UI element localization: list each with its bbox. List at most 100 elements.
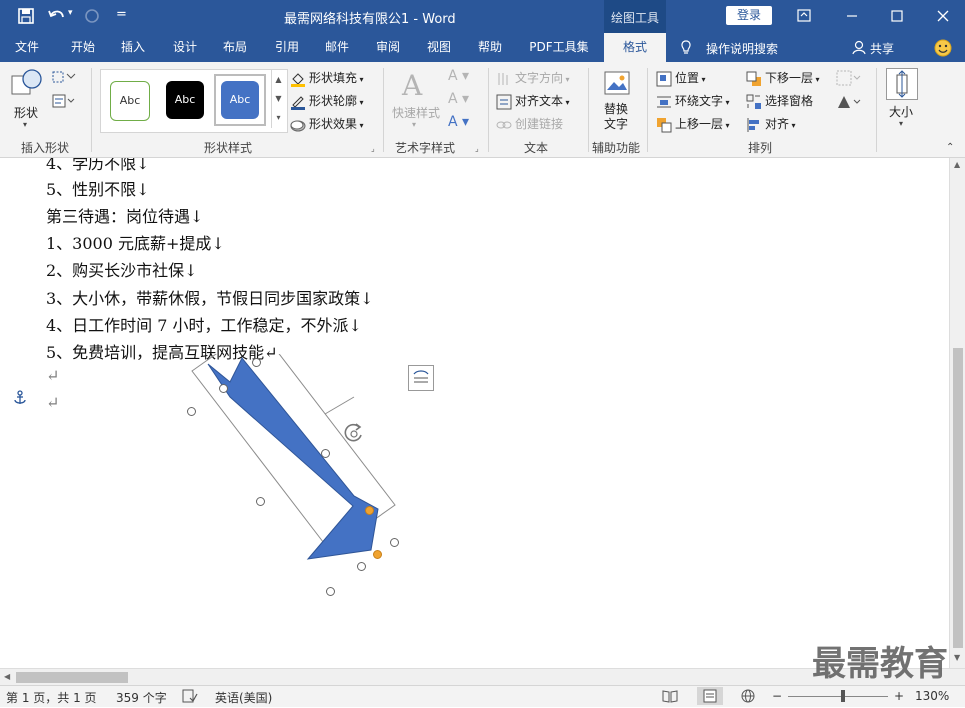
- status-bar: 第 1 页，共 1 页 359 个字 英语(美国) − + 130%: [0, 685, 965, 707]
- undo-dropdown-icon[interactable]: ▾: [68, 8, 73, 18]
- shapes-icon[interactable]: [10, 68, 44, 98]
- tab-references[interactable]: 引用: [264, 33, 310, 62]
- scroll-up-icon[interactable]: ▲: [954, 160, 960, 169]
- resize-handle[interactable]: [357, 562, 366, 571]
- tab-view[interactable]: 视图: [416, 33, 462, 62]
- align-label: 对齐: [765, 117, 790, 131]
- resize-handle[interactable]: [219, 384, 228, 393]
- doc-line[interactable]: 第三待遇：岗位待遇↓: [46, 203, 203, 227]
- text-direction-button[interactable]: 文字方向 ▾: [496, 69, 570, 89]
- doc-line[interactable]: 3、大小休，带薪休假，节假日同步国家政策↓: [46, 285, 374, 309]
- text-outline-icon[interactable]: A ▾: [448, 91, 469, 107]
- tab-file[interactable]: 文件: [4, 33, 50, 62]
- gallery-scroll[interactable]: ▲ ▼ ▾: [271, 70, 285, 128]
- doc-line[interactable]: 2、购买长沙市社保↓: [46, 257, 198, 281]
- close-icon[interactable]: [936, 9, 950, 23]
- create-link-button[interactable]: 创建链接: [496, 115, 563, 133]
- group-objects-icon[interactable]: [836, 70, 862, 86]
- tab-pdf-tools[interactable]: PDF工具集: [522, 33, 596, 62]
- print-layout-active[interactable]: [697, 687, 723, 705]
- position-button[interactable]: 位置 ▾: [656, 69, 706, 89]
- tab-review[interactable]: 审阅: [365, 33, 411, 62]
- zoom-slider-track[interactable]: [788, 696, 888, 697]
- document-page[interactable]: 4、学历不限↓ 5、性别不限↓ 第三待遇：岗位待遇↓ 1、3000 元底薪+提成…: [0, 158, 922, 668]
- resize-handle[interactable]: [256, 497, 265, 506]
- shape-effects-button[interactable]: 形状效果 ▾: [290, 115, 364, 135]
- customize-qat-icon[interactable]: =: [116, 7, 127, 22]
- edit-shape-icon[interactable]: [52, 70, 78, 84]
- tab-layout[interactable]: 布局: [212, 33, 258, 62]
- redo-icon[interactable]: [84, 8, 100, 24]
- zoom-slider-thumb[interactable]: [841, 690, 845, 702]
- layout-options-button[interactable]: [408, 365, 434, 391]
- doc-line[interactable]: 1、3000 元底薪+提成↓: [46, 230, 225, 254]
- shape-fill-button[interactable]: 形状填充 ▾: [290, 69, 364, 89]
- scroll-left-icon[interactable]: ◀: [4, 672, 10, 681]
- tab-design[interactable]: 设计: [162, 33, 208, 62]
- share-button[interactable]: 共享: [870, 40, 894, 57]
- resize-handle[interactable]: [321, 449, 330, 458]
- alt-text-button[interactable]: 替换 文字: [604, 102, 628, 132]
- shape-outline-button[interactable]: 形状轮廓 ▾: [290, 92, 364, 112]
- proofing-icon[interactable]: [182, 689, 198, 703]
- paragraph-mark[interactable]: ↵: [46, 393, 59, 412]
- text-box-icon[interactable]: [52, 94, 78, 108]
- tab-home[interactable]: 开始: [58, 33, 108, 62]
- maximize-icon[interactable]: [890, 9, 904, 23]
- zoom-out-button[interactable]: −: [772, 689, 782, 703]
- send-backward-button[interactable]: 下移一层 ▾: [746, 69, 820, 89]
- resize-handle[interactable]: [252, 358, 261, 367]
- group-label-text: 文本: [523, 141, 548, 155]
- tab-insert[interactable]: 插入: [110, 33, 156, 62]
- vertical-scrollbar[interactable]: ▲ ▼: [949, 158, 965, 668]
- align-text-button[interactable]: 对齐文本 ▾: [496, 92, 570, 112]
- page-count[interactable]: 第 1 页，共 1 页: [6, 689, 97, 706]
- undo-icon[interactable]: [48, 8, 66, 24]
- adjust-handle[interactable]: [365, 506, 374, 515]
- save-icon[interactable]: [18, 8, 34, 24]
- doc-line[interactable]: 4、日工作时间 7 小时，工作稳定，不外派↓: [46, 312, 362, 336]
- word-count[interactable]: 359 个字: [116, 689, 167, 706]
- tab-help[interactable]: 帮助: [467, 33, 513, 62]
- resize-handle[interactable]: [326, 587, 335, 596]
- doc-line[interactable]: 5、性别不限↓: [46, 176, 150, 200]
- selected-arrow-shape[interactable]: [180, 354, 410, 604]
- login-button[interactable]: 登录: [726, 6, 772, 25]
- dialog-launcher-icon[interactable]: ⌟: [475, 144, 479, 153]
- wrap-text-button[interactable]: 环绕文字 ▾: [656, 92, 730, 112]
- zoom-level[interactable]: 130%: [915, 689, 949, 703]
- resize-handle[interactable]: [390, 538, 399, 547]
- collapse-ribbon-icon[interactable]: ⌃: [946, 142, 954, 153]
- resize-handle[interactable]: [187, 407, 196, 416]
- adjust-handle[interactable]: [373, 550, 382, 559]
- selection-pane-button[interactable]: 选择窗格: [746, 92, 813, 110]
- style-outline-green[interactable]: Abc: [110, 81, 150, 121]
- layout-options-icon: [413, 370, 429, 383]
- doc-line[interactable]: 4、学历不限↓: [46, 158, 150, 174]
- zoom-in-button[interactable]: +: [894, 689, 904, 703]
- ribbon-display-options-icon[interactable]: [797, 9, 811, 22]
- rotate-icon[interactable]: [836, 94, 862, 110]
- align-button[interactable]: 对齐 ▾: [746, 115, 796, 135]
- tab-format[interactable]: 格式: [604, 33, 666, 62]
- read-mode-icon[interactable]: [662, 689, 678, 703]
- web-layout-icon[interactable]: [740, 689, 756, 703]
- text-fill-icon[interactable]: A ▾: [448, 68, 469, 84]
- dialog-launcher-icon[interactable]: ⌟: [371, 144, 375, 153]
- language-indicator[interactable]: 英语(美国): [215, 689, 272, 706]
- text-effects-icon[interactable]: A ▾: [448, 114, 469, 130]
- scroll-thumb[interactable]: [953, 348, 963, 648]
- smiley-feedback-icon[interactable]: [934, 39, 952, 57]
- group-label-arrange: 排列: [747, 141, 772, 155]
- h-scroll-thumb[interactable]: [16, 672, 128, 683]
- style-fill-blue[interactable]: Abc: [221, 81, 259, 119]
- style-fill-black[interactable]: Abc: [166, 81, 204, 119]
- scroll-down-icon[interactable]: ▼: [954, 653, 960, 662]
- rotate-handle-icon[interactable]: [341, 421, 367, 447]
- tab-mailings[interactable]: 邮件: [314, 33, 360, 62]
- tell-me-search[interactable]: 操作说明搜索: [706, 40, 778, 57]
- paragraph-mark[interactable]: ↵: [46, 366, 59, 385]
- minimize-icon[interactable]: [845, 9, 859, 23]
- shape-effects-icon: [290, 120, 306, 131]
- bring-forward-button[interactable]: 上移一层 ▾: [656, 115, 730, 135]
